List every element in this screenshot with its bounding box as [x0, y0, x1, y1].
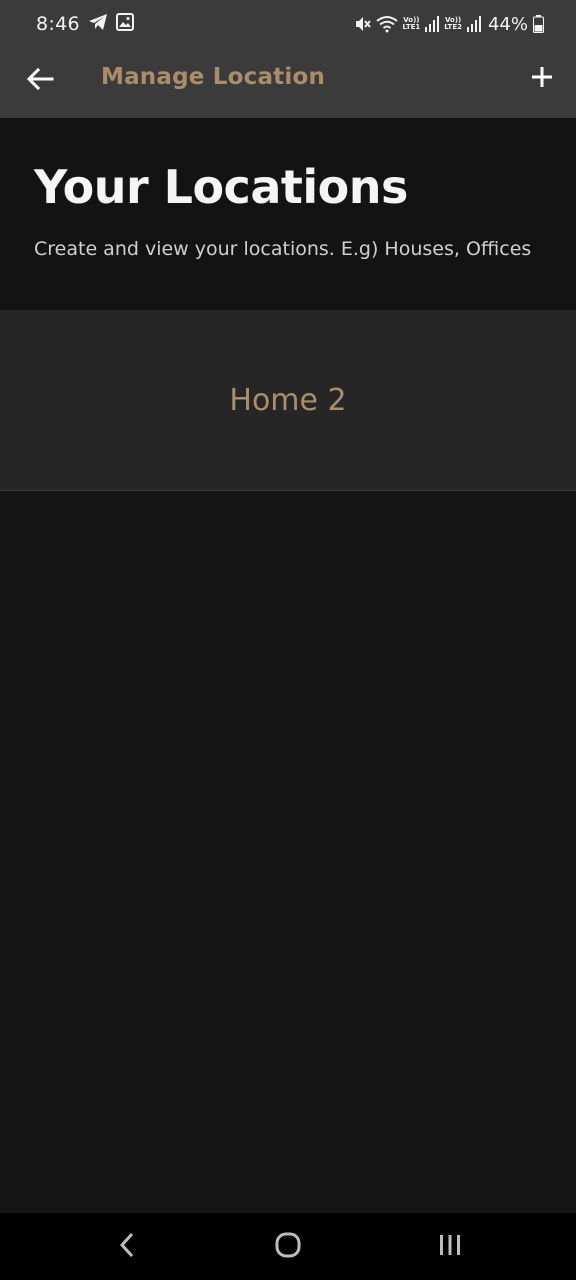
status-right: Vo)) LTE1 Vo)) LTE2 44%: [353, 14, 544, 35]
arrow-left-icon: [26, 67, 54, 94]
page-subtitle: Create and view your locations. E.g) Hou…: [34, 238, 532, 260]
battery-icon: [533, 15, 544, 33]
add-location-button[interactable]: [524, 61, 560, 97]
signal-icon: [466, 16, 481, 32]
status-time: 8:46: [36, 13, 80, 35]
manage-location-screen: 8:46 Vo)) LTE1 Vo)) LTE2 44% Manage Loca…: [0, 0, 576, 1280]
location-name: Home 2: [229, 382, 347, 418]
gallery-icon: [115, 13, 134, 35]
status-bar: 8:46 Vo)) LTE1 Vo)) LTE2 44%: [0, 0, 576, 48]
back-nav-icon: [119, 1232, 135, 1262]
lte1-label: LTE1: [402, 23, 421, 31]
app-bar: Manage Location: [0, 48, 576, 118]
location-list-item[interactable]: Home 2: [0, 310, 576, 491]
nav-recents-button[interactable]: [430, 1227, 470, 1267]
header-section: Your Locations Create and view your loca…: [0, 118, 576, 310]
back-button[interactable]: [22, 63, 58, 99]
lte2-label: LTE2: [444, 23, 462, 31]
lte1-indicator: Vo)) LTE1: [402, 16, 421, 31]
wifi-icon: [375, 15, 398, 33]
page-title: Your Locations: [34, 160, 408, 214]
battery-percentage: 44%: [487, 13, 528, 35]
status-left: 8:46: [36, 13, 134, 35]
mute-icon: [353, 15, 371, 33]
app-bar-title: Manage Location: [101, 64, 326, 90]
lte2-indicator: Vo)) LTE2: [444, 16, 462, 31]
recents-nav-icon: [438, 1233, 462, 1261]
system-nav-bar: [0, 1213, 576, 1280]
home-nav-icon: [274, 1231, 302, 1263]
signal-icon: [425, 16, 440, 32]
plus-icon: [530, 65, 554, 93]
nav-back-button[interactable]: [107, 1227, 147, 1267]
telegram-icon: [88, 13, 108, 35]
nav-home-button[interactable]: [268, 1227, 308, 1267]
